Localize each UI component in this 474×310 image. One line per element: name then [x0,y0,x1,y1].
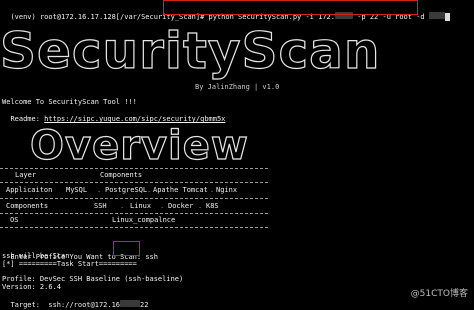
redacted-target-ip [120,300,141,307]
row-comp-docker: Docker [168,202,194,210]
target-prefix: Target: ssh://root@172.16 [10,301,121,309]
row-comp-linux: Linux [130,202,152,210]
row-os-linux: Linux_compalnce [112,216,176,224]
sep: . [97,186,102,194]
row-app-nginx: Nginx [216,186,238,194]
table-border-top [0,168,268,169]
table-border-header [0,182,268,183]
row-comp-k8s: K8S [206,202,219,210]
header-layer: Layer [15,171,37,179]
row-comp-layer: Components [6,202,49,210]
input-highlight-box [113,241,140,256]
cursor [444,13,450,21]
sep: . [210,186,215,194]
watermark: @51CTO博客 [410,289,468,299]
target-port: 22 [140,301,149,309]
sep: . [147,186,152,194]
sep: . [198,202,203,210]
sep: . [160,202,165,210]
row-app-tomcat: Apathe Tomcat [153,186,208,194]
banner-logo: SecurityScan [0,21,381,80]
row-os-layer: OS [10,216,19,224]
profile-input-value[interactable]: ssh [145,253,158,261]
byline: By JalinZhang | v1.0 [195,83,280,91]
task-start-text: [*] =========Task Start========= [2,260,137,268]
row-comp-ssh: SSH [94,202,107,210]
redacted-password [428,12,445,19]
target-line: Target: ssh://root@172.16 22 [2,291,148,310]
row-app-mysql: MySQL [66,186,88,194]
table-row-divider [0,213,268,214]
table-border-bottom [0,227,268,228]
command-highlight-box [163,0,418,15]
row-app-postgres: PostgreSQL [105,186,148,194]
header-components: Components [100,171,143,179]
overview-logo: Overview [29,122,249,169]
sep: . [120,202,125,210]
row-app-layer: Applicaiton [6,186,53,194]
table-row-divider [0,198,268,199]
